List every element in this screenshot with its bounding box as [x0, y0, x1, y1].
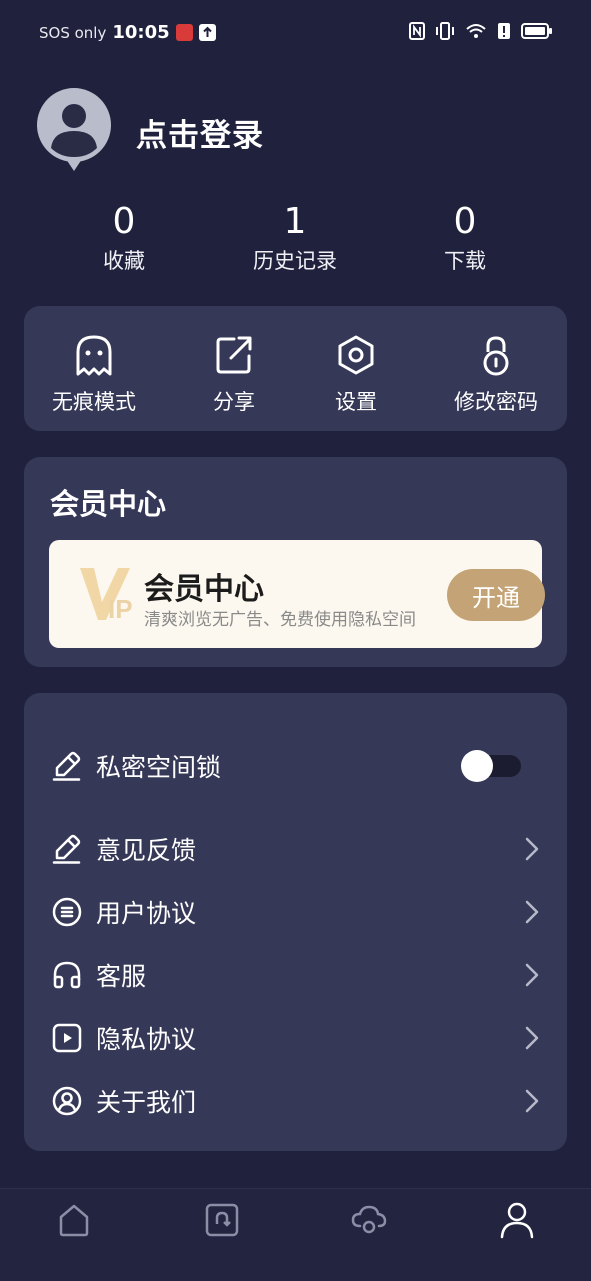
nav-home[interactable]: [52, 1198, 96, 1242]
history-label: 历史记录: [253, 249, 337, 273]
nav-tabs[interactable]: [200, 1198, 244, 1242]
wifi-icon: [466, 24, 486, 38]
chevron-right-icon: [522, 960, 542, 990]
status-bar: SOS only 10:05: [0, 0, 591, 66]
settings-button[interactable]: 设置: [296, 334, 416, 416]
chevron-right-icon: [522, 1086, 542, 1116]
chevron-right-icon: [522, 834, 542, 864]
favorites-label: 收藏: [103, 249, 145, 273]
downloads-count: 0: [453, 201, 477, 242]
svg-text:IP: IP: [108, 594, 133, 624]
menu-item-label: 隐私协议: [96, 1025, 197, 1054]
downloads-label: 下载: [444, 249, 486, 273]
tabs-icon: [205, 1203, 239, 1237]
history-count: 1: [283, 201, 307, 242]
status-right: [409, 22, 553, 40]
pen-icon: [52, 834, 82, 864]
lock-icon: [483, 336, 509, 376]
menu-item-customer-service[interactable]: 客服: [52, 950, 542, 1000]
login-button[interactable]: 点击登录: [136, 110, 264, 155]
favorites-count: 0: [112, 201, 136, 242]
menu-item-about-us[interactable]: 关于我们: [52, 1076, 542, 1126]
share-label: 分享: [213, 390, 255, 414]
menu-item-privacy-policy[interactable]: 隐私协议: [52, 1013, 542, 1063]
settings-hexagon-icon: [338, 335, 374, 375]
settings-label: 设置: [335, 390, 377, 414]
battery-icon: [521, 23, 552, 39]
incognito-mode-label: 无痕模式: [52, 390, 136, 414]
chevron-right-icon: [522, 1023, 542, 1053]
vip-logo: IP: [78, 562, 140, 628]
share-button[interactable]: 分享: [174, 334, 294, 416]
stat-downloads[interactable]: 0 下载: [380, 200, 550, 276]
clock-time: 10:05: [112, 22, 170, 43]
stat-favorites[interactable]: 0 收藏: [39, 200, 209, 276]
nav-cloud[interactable]: [347, 1198, 391, 1242]
vip-banner-title: 会员中心: [144, 572, 264, 607]
play-square-icon: [52, 1023, 82, 1053]
home-icon: [59, 1204, 89, 1237]
toggle-knob: [461, 750, 493, 782]
avatar[interactable]: [36, 87, 112, 171]
menu-item-user-agreement[interactable]: 用户协议: [52, 887, 542, 937]
vibrate-icon: [436, 22, 454, 40]
alert-icon: [498, 23, 510, 39]
share-icon: [216, 336, 252, 374]
carrier-text: SOS only: [39, 23, 107, 42]
menu-item-label: 用户协议: [96, 899, 197, 928]
nav-profile[interactable]: [495, 1198, 539, 1242]
nfc-icon: [409, 22, 425, 40]
menu-item-label: 客服: [96, 962, 147, 991]
vip-banner-subtitle: 清爽浏览无广告、免费使用隐私空间: [144, 610, 416, 630]
change-password-button[interactable]: 修改密码: [436, 334, 556, 416]
cloud-icon: [351, 1205, 387, 1234]
stat-history[interactable]: 1 历史记录: [210, 200, 380, 276]
change-password-label: 修改密码: [454, 390, 538, 414]
menu-item-feedback[interactable]: 意见反馈: [52, 824, 542, 874]
menu-item-label: 关于我们: [96, 1088, 197, 1117]
user-circle-icon: [52, 1086, 82, 1116]
vip-section-title: 会员中心: [50, 487, 167, 521]
upload-icon: [198, 24, 216, 41]
app-notification-icon: [175, 24, 193, 41]
headset-icon: [52, 960, 82, 990]
pen-icon: [52, 751, 82, 781]
status-left: SOS only 10:05: [39, 22, 216, 43]
document-circle-icon: [52, 897, 82, 927]
incognito-mode-button[interactable]: 无痕模式: [34, 334, 154, 416]
chevron-right-icon: [522, 897, 542, 927]
ghost-icon: [76, 335, 112, 376]
person-icon: [500, 1202, 534, 1239]
private-space-lock-toggle[interactable]: [459, 750, 521, 782]
vip-open-button[interactable]: 开通: [447, 569, 545, 621]
menu-item-label: 意见反馈: [96, 836, 197, 865]
